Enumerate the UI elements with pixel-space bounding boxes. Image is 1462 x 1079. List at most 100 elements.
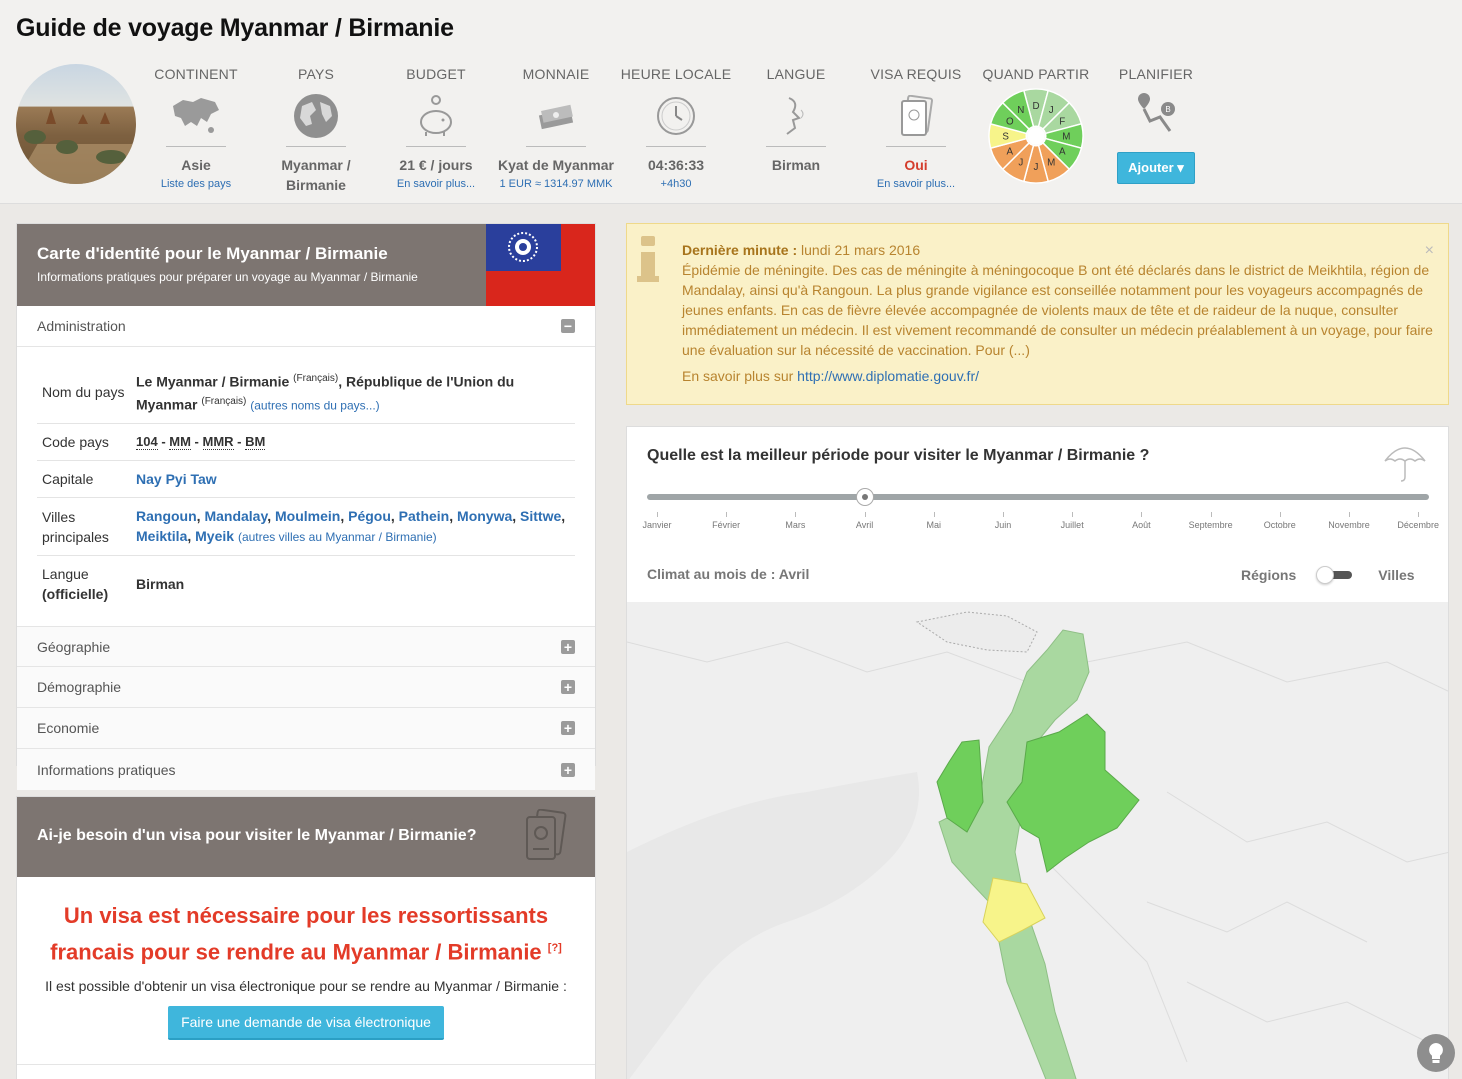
toggle-switch[interactable] <box>1316 566 1354 584</box>
city-link[interactable]: Monywa <box>457 508 512 524</box>
month-label[interactable]: Mars <box>785 520 805 530</box>
country-label: PAYS <box>297 66 335 82</box>
country-photo <box>16 64 136 184</box>
month-label[interactable]: Novembre <box>1328 520 1370 530</box>
geography-section-toggle[interactable]: Géographie + <box>17 626 595 668</box>
expand-icon[interactable]: + <box>561 680 575 695</box>
other-cities-link[interactable]: (autres villes au Myanmar / Birmanie) <box>238 530 437 544</box>
city-link[interactable]: Meiktila <box>136 528 187 544</box>
help-bulb-button[interactable] <box>1417 1034 1455 1072</box>
when-to-go-column: QUAND PARTIR <box>976 66 1096 82</box>
language-value: Birman <box>771 157 821 173</box>
currency-label: MONNAIE <box>522 66 590 82</box>
language-label: LANGUE <box>766 66 826 82</box>
country-value: Myanmar / Birmanie <box>281 157 351 193</box>
evisa-request-button[interactable]: Faire une demande de visa électronique <box>168 1006 444 1041</box>
route-pin-icon: B <box>1096 90 1216 136</box>
piggy-bank-icon <box>376 90 496 142</box>
alert-text: Dernière minute : lundi 21 mars 2016 Épi… <box>682 242 1433 384</box>
globe-icon <box>256 90 376 142</box>
expand-icon[interactable]: + <box>561 721 575 736</box>
city-link[interactable]: Sittwe <box>520 508 561 524</box>
month-tick <box>795 512 797 517</box>
season-wheel-month-letter: A <box>1059 147 1066 158</box>
month-label[interactable]: Juillet <box>1061 520 1084 530</box>
add-button[interactable]: Ajouter ▾ <box>1117 152 1195 184</box>
economy-section-toggle[interactable]: Economie + <box>17 708 595 750</box>
budget-value: 21 € / jours <box>399 157 473 173</box>
collapse-icon[interactable]: − <box>561 319 575 333</box>
cities-list: Rangoun, Mandalay, Moulmein, Pégou, Path… <box>131 497 575 557</box>
climate-panel: Quelle est la meilleur période pour visi… <box>626 426 1449 1079</box>
month-label[interactable]: Mai <box>927 520 942 530</box>
season-wheel-month-letter: F <box>1059 116 1065 127</box>
expand-icon[interactable]: + <box>561 762 575 777</box>
month-label[interactable]: Juin <box>995 520 1012 530</box>
visa-more-link[interactable]: En savoir plus... <box>856 178 976 190</box>
cities-label[interactable]: Villes <box>1378 567 1414 583</box>
other-names-link[interactable]: (autres noms du pays...) <box>250 398 379 412</box>
climate-map[interactable] <box>627 602 1449 1079</box>
month-slider-handle[interactable] <box>856 488 874 506</box>
practical-info-section-toggle[interactable]: Informations pratiques + <box>17 749 595 791</box>
month-label[interactable]: Décembre <box>1397 520 1439 530</box>
administration-label: Administration <box>37 318 126 334</box>
local-time-label: HEURE LOCALE <box>620 66 732 82</box>
month-tick <box>1003 512 1004 517</box>
myanmar-flag-icon <box>486 224 595 306</box>
visa-card: Ai-je besoin d'un visa pour visiter le M… <box>16 796 596 1079</box>
page-title: Guide de voyage Myanmar / Birmanie <box>16 14 454 42</box>
season-wheel-icon[interactable]: D JFMAMJJASON <box>987 87 1085 185</box>
month-label[interactable]: Août <box>1132 520 1151 530</box>
month-label[interactable]: Avril <box>856 520 873 530</box>
administration-table: Nom du pays Le Myanmar / Birmanie (Franç… <box>37 361 575 612</box>
region-city-toggle[interactable]: Régions Villes <box>1241 566 1415 584</box>
continent-column: CONTINENT Asie Liste des pays <box>136 66 256 190</box>
identity-header: Carte d'identité pour le Myanmar / Birma… <box>17 224 595 306</box>
diplomatie-link[interactable]: http://www.diplomatie.gouv.fr/ <box>797 368 979 384</box>
identity-card: Carte d'identité pour le Myanmar / Birma… <box>16 223 596 791</box>
visa-card-header: Ai-je besoin d'un visa pour visiter le M… <box>17 797 595 877</box>
administration-section-toggle[interactable]: Administration − <box>17 306 595 347</box>
month-tick <box>933 512 935 517</box>
city-link[interactable]: Myeik <box>195 528 234 544</box>
language-column: LANGUE Birman <box>736 66 856 175</box>
month-tick <box>1349 512 1350 517</box>
table-row: Capitale Nay Pyi Taw <box>37 460 575 499</box>
expand-icon[interactable]: + <box>561 639 575 654</box>
month-label[interactable]: Octobre <box>1264 520 1296 530</box>
header: Guide de voyage Myanmar / Birmanie CONTI… <box>0 0 1462 204</box>
demography-section-toggle[interactable]: Démographie + <box>17 667 595 709</box>
season-wheel-month-letter: N <box>1017 105 1024 116</box>
close-icon[interactable]: × <box>1425 242 1434 260</box>
table-row: Villes principales Rangoun, Mandalay, Mo… <box>37 497 575 557</box>
city-link[interactable]: Moulmein <box>275 508 340 524</box>
city-link[interactable]: Mandalay <box>204 508 267 524</box>
country-column: PAYS Myanmar / Birmanie <box>256 66 376 195</box>
travel-alert: Dernière minute : lundi 21 mars 2016 Épi… <box>626 223 1449 405</box>
city-link[interactable]: Rangoun <box>136 508 197 524</box>
time-offset: +4h30 <box>660 178 692 190</box>
month-tick <box>864 512 866 517</box>
season-wheel-month-letter: M <box>1047 158 1055 169</box>
month-label[interactable]: Janvier <box>642 520 671 530</box>
month-label[interactable]: Septembre <box>1189 520 1233 530</box>
visa-body: Un visa est nécessaire pour les ressorti… <box>17 877 595 1041</box>
month-tick <box>1210 512 1212 517</box>
visa-column: VISA REQUIS Oui En savoir plus... <box>856 66 976 190</box>
capital-link[interactable]: Nay Pyi Taw <box>136 471 217 487</box>
month-tick <box>1279 512 1281 517</box>
countries-list-link[interactable]: Liste des pays <box>136 178 256 190</box>
regions-label[interactable]: Régions <box>1241 567 1296 583</box>
budget-more-link[interactable]: En savoir plus... <box>376 178 496 190</box>
currency-value: Kyat de Myanmar <box>498 157 614 173</box>
continent-label: CONTINENT <box>154 66 238 82</box>
month-slider[interactable] <box>647 488 1429 506</box>
month-label[interactable]: Février <box>712 520 740 530</box>
city-link[interactable]: Pégou <box>348 508 391 524</box>
city-link[interactable]: Pathein <box>399 508 450 524</box>
month-tick <box>1418 512 1420 517</box>
visa-footnote-link[interactable]: [?] <box>548 942 562 954</box>
visa-value: Oui <box>904 157 928 173</box>
local-time-column: HEURE LOCALE 04:36:33 +4h30 <box>616 66 736 190</box>
